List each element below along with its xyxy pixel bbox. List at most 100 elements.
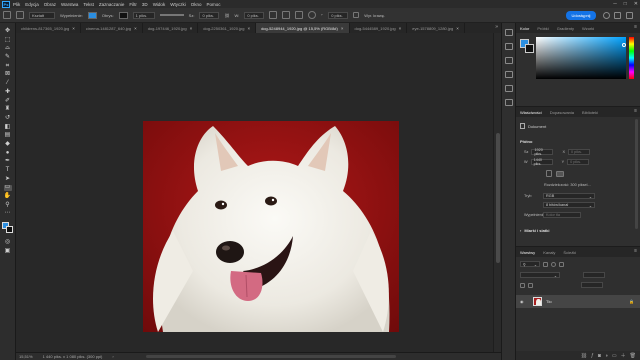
tab-color[interactable]: Kolor <box>520 26 529 31</box>
status-arrow-icon[interactable]: › <box>112 354 113 359</box>
lasso-tool-icon[interactable]: ⌓ <box>4 46 12 52</box>
paragraph-panel-icon[interactable] <box>504 85 513 92</box>
hand-tool-icon[interactable]: ✋ <box>4 193 12 200</box>
menu-file[interactable]: Plik <box>13 2 20 7</box>
canvas-section-title[interactable]: Płótno <box>520 139 532 144</box>
color-panel-swatches[interactable] <box>520 39 534 53</box>
dog-photo[interactable] <box>143 121 399 332</box>
tab-channels[interactable]: Kanały <box>543 250 555 255</box>
rectangle-tool-icon[interactable]: ▭ <box>3 185 12 191</box>
background-color-swatch[interactable] <box>6 226 13 234</box>
tab-adjustments[interactable]: Dopasowania <box>550 110 574 115</box>
panel-menu-icon[interactable]: ≡ <box>634 24 637 30</box>
maximize-icon[interactable]: □ <box>624 1 627 7</box>
canvas-area[interactable] <box>16 33 493 352</box>
tab-document-active[interactable]: dog-5248944_1920.jpg @ 15,5% (RGB/8#) × <box>256 23 350 33</box>
quick-mask-icon[interactable]: ◎ <box>4 240 12 246</box>
pen-tool-icon[interactable]: ✒ <box>4 159 12 165</box>
close-icon[interactable]: × <box>341 26 344 31</box>
healing-brush-tool-icon[interactable]: ✚ <box>4 89 12 96</box>
canvas-x-field[interactable]: 0 piks. <box>567 149 590 155</box>
layer-filter-select[interactable]: ⚲ ⌄ <box>520 261 540 267</box>
menu-view[interactable]: Widok <box>153 2 166 7</box>
search-icon[interactable] <box>603 12 610 19</box>
marquee-tool-icon[interactable]: ⬚ <box>4 37 12 44</box>
menu-3d[interactable]: 3D <box>142 2 148 7</box>
minimize-icon[interactable]: ─ <box>613 1 617 7</box>
filter-adjustment-icon[interactable] <box>551 261 556 267</box>
adjustment-layer-icon[interactable]: ◑ <box>605 353 608 359</box>
close-icon[interactable]: × <box>247 26 250 31</box>
workspace-icon[interactable] <box>614 12 621 19</box>
canvas-height-field[interactable]: 1440 piks. <box>530 158 553 166</box>
filter-type-icon[interactable] <box>559 261 564 267</box>
canvas-y-field[interactable]: 0 piks. <box>567 159 590 165</box>
brush-tool-icon[interactable]: ✐ <box>4 98 12 105</box>
adjustments-panel-icon[interactable] <box>504 71 513 78</box>
new-group-icon[interactable]: ▭ <box>612 353 617 359</box>
vertical-scrollbar[interactable] <box>493 33 501 352</box>
tab-libraries[interactable]: Biblioteki <box>582 110 598 115</box>
corner-radius-field[interactable]: 0 piks. <box>328 11 349 19</box>
menu-window[interactable]: Okno <box>191 2 202 7</box>
menu-filter[interactable]: Filtr <box>129 2 137 7</box>
character-panel-icon[interactable] <box>504 99 513 106</box>
bit-depth-select[interactable]: 8 bitów/kanał ⌄ <box>543 202 595 208</box>
new-layer-icon[interactable]: ＋ <box>621 352 626 359</box>
close-icon[interactable]: × <box>456 26 459 31</box>
eyedropper-tool-icon[interactable]: ⁄ <box>4 80 12 87</box>
tab-document[interactable]: cinema-1481287_640.jpg × <box>81 23 143 33</box>
menu-image[interactable]: Obraz <box>44 2 56 7</box>
menu-plugins[interactable]: Wtyczki <box>170 2 186 7</box>
close-icon[interactable]: × <box>72 26 75 31</box>
blend-mode-select[interactable]: ⌄ <box>520 272 560 278</box>
color-picker-marker[interactable] <box>622 43 626 47</box>
canvas-width-field[interactable]: 1920 piks. <box>531 148 554 156</box>
layer-thumbnail[interactable] <box>533 297 542 306</box>
stroke-width-field[interactable]: 1 piks. <box>132 11 155 19</box>
layer-name[interactable]: Tło <box>546 299 552 304</box>
close-icon[interactable]: × <box>190 26 193 31</box>
history-panel-icon[interactable] <box>504 29 513 36</box>
landscape-orientation-icon[interactable] <box>556 170 564 177</box>
rulers-grids-section[interactable]: › Miarki i siatki <box>520 228 549 233</box>
fx-icon[interactable]: ƒ <box>591 353 594 359</box>
menu-type[interactable]: Tekst <box>83 2 94 7</box>
lock-pixels-icon[interactable] <box>520 282 525 288</box>
rectangle-tool-icon[interactable] <box>16 11 24 19</box>
scrollbar-thumb[interactable] <box>496 133 500 263</box>
frame-tool-icon[interactable]: ⊠ <box>4 72 12 78</box>
zoom-tool-icon[interactable]: ⚲ <box>4 202 12 209</box>
height-field[interactable]: 0 piks. <box>244 11 265 19</box>
eye-icon[interactable]: ◉ <box>520 299 526 304</box>
more-tools-icon[interactable]: ⋯ <box>4 211 12 217</box>
gradient-tool-icon[interactable]: ▤ <box>4 133 12 139</box>
horizontal-scrollbar[interactable] <box>146 355 396 358</box>
close-icon[interactable]: × <box>134 26 137 31</box>
share-button[interactable]: Udostępnij <box>566 11 596 20</box>
gear-icon[interactable] <box>308 11 317 19</box>
width-field[interactable]: 0 piks. <box>199 11 220 19</box>
lock-icon[interactable]: 🔒 <box>629 299 634 304</box>
trash-icon[interactable]: 🗑 <box>630 353 636 359</box>
color-picker-field[interactable] <box>536 37 626 79</box>
dodge-tool-icon[interactable]: ● <box>4 150 12 157</box>
color-swatches[interactable] <box>2 222 13 234</box>
close-icon[interactable]: ✕ <box>634 1 638 7</box>
path-select-tool-icon[interactable]: ➤ <box>4 176 12 183</box>
tab-document[interactable]: dog-5444589_1920.jpg × <box>350 23 408 33</box>
tool-mode-select[interactable]: Kształt <box>29 11 55 19</box>
blur-tool-icon[interactable]: ◆ <box>4 141 12 148</box>
panel-menu-icon[interactable]: ≡ <box>634 248 637 254</box>
tab-properties[interactable]: Właściwości <box>520 110 542 115</box>
hue-slider[interactable] <box>629 37 634 79</box>
background-fill-select[interactable]: Kolor tła <box>543 212 581 218</box>
fill-field[interactable] <box>581 282 603 288</box>
tab-paths[interactable]: Ścieżki <box>563 250 576 255</box>
lock-position-icon[interactable] <box>528 282 533 288</box>
tab-document[interactable]: eye-1578809_1280.jpg × <box>407 23 465 33</box>
menu-edit[interactable]: Edycja <box>25 2 39 7</box>
eraser-tool-icon[interactable]: ◧ <box>4 124 12 131</box>
align-edges-checkbox[interactable] <box>353 12 360 18</box>
panel-menu-icon[interactable]: ≡ <box>634 108 637 114</box>
